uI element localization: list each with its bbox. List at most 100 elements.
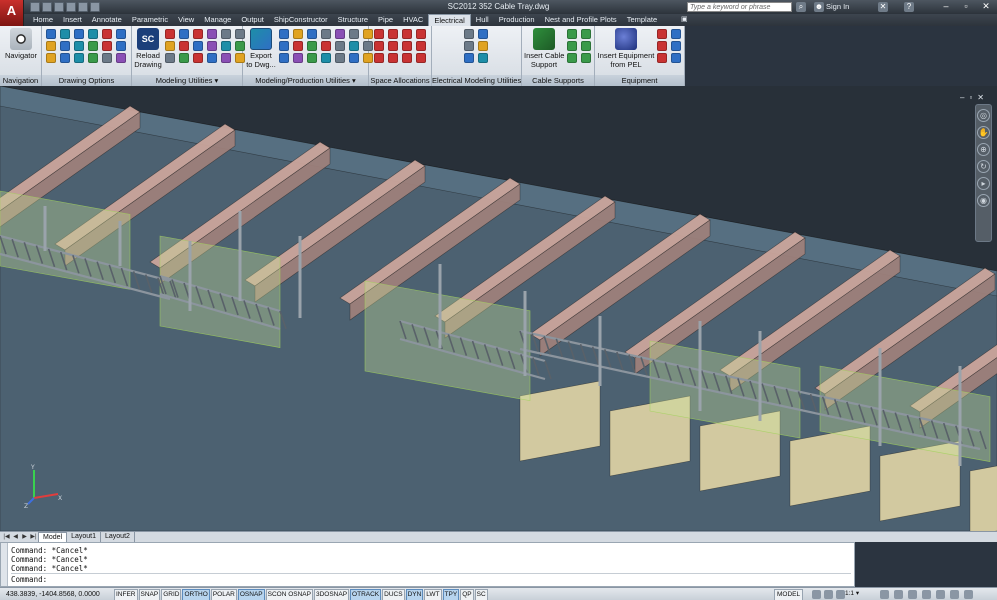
utility-icon[interactable] [193, 41, 203, 51]
utility-icon[interactable] [207, 53, 217, 63]
support-icon[interactable] [567, 41, 577, 51]
production-icon[interactable] [307, 53, 317, 63]
toggle-lwt[interactable]: LWT [424, 589, 442, 600]
drawing-option-icon[interactable] [88, 53, 98, 63]
tab-hvac[interactable]: HVAC [398, 14, 428, 26]
panel-label-modeling-production-utilities[interactable]: Modeling/Production Utilities ▾ [243, 75, 368, 86]
equipment-tool-icon[interactable] [671, 53, 681, 63]
utility-icon[interactable] [165, 41, 175, 51]
utility-icon[interactable] [193, 29, 203, 39]
drawing-option-icon[interactable] [116, 41, 126, 51]
next-layout-icon[interactable]: ▶ [20, 533, 29, 542]
production-icon[interactable] [279, 53, 289, 63]
insert-cable-support-button[interactable]: Insert Cable Support [524, 28, 564, 69]
zoom-icon[interactable]: ⊕ [977, 143, 990, 156]
production-icon[interactable] [279, 29, 289, 39]
production-icon[interactable] [321, 53, 331, 63]
utility-icon[interactable] [207, 29, 217, 39]
toggle-sc[interactable]: SC [474, 589, 488, 600]
last-layout-icon[interactable]: ▶| [29, 533, 38, 542]
first-layout-icon[interactable]: |◀ [2, 533, 11, 542]
space-allocation-icon[interactable] [388, 41, 398, 51]
insert-equipment-from-pel-button[interactable]: Insert Equipment from PEL [597, 28, 655, 69]
electrical-utility-icon[interactable] [478, 53, 488, 63]
space-allocation-icon[interactable] [416, 53, 426, 63]
exchange-icon[interactable]: ✕ [878, 2, 888, 12]
production-icon[interactable] [349, 29, 359, 39]
drawing-option-icon[interactable] [102, 29, 112, 39]
utility-icon[interactable] [179, 29, 189, 39]
coordinates-readout[interactable]: 438.3839, -1404.8568, 0.0000 [6, 589, 100, 600]
orbit-icon[interactable]: ↻ [977, 160, 990, 173]
support-icon[interactable] [567, 53, 577, 63]
production-icon[interactable] [307, 41, 317, 51]
equipment-tool-icon[interactable] [671, 29, 681, 39]
tab-pipe[interactable]: Pipe [373, 14, 398, 26]
anchor-icon[interactable] [464, 29, 474, 39]
utility-icon[interactable] [165, 53, 175, 63]
drawing-option-icon[interactable] [88, 41, 98, 51]
toggle-grid[interactable]: GRID [161, 589, 182, 600]
quick-view-layouts-icon[interactable] [812, 590, 821, 599]
model-viewport[interactable]: – ▫ ✕ ◎ ✋ ⊕ ↻ ▸ ◉ Y X Z [0, 86, 997, 531]
panel-label-modeling-utilities[interactable]: Modeling Utilities ▾ [132, 75, 242, 86]
drawing-option-icon[interactable] [60, 29, 70, 39]
viewport-close-button[interactable]: ✕ [977, 93, 984, 102]
toggle-polar[interactable]: POLAR [210, 589, 237, 600]
toggle-qp[interactable]: QP [460, 589, 474, 600]
space-allocation-icon[interactable] [402, 29, 412, 39]
toggle-3dosnap[interactable]: 3DOSNAP [313, 589, 350, 600]
toggle-scon-osnap[interactable]: SCON OSNAP [265, 589, 313, 600]
production-icon[interactable] [307, 29, 317, 39]
lock-icon[interactable] [908, 590, 917, 599]
drawing-option-icon[interactable] [46, 41, 56, 51]
prev-layout-icon[interactable]: ◀ [11, 533, 20, 542]
space-allocation-icon[interactable] [416, 41, 426, 51]
toggle-dyn[interactable]: DYN [405, 589, 424, 600]
help-icon[interactable]: ? [904, 2, 914, 12]
search-input[interactable]: Type a keyword or phrase [687, 2, 792, 12]
export-to-dwg-button[interactable]: Export to Dwg... [246, 28, 276, 69]
electrical-utility-icon[interactable] [478, 41, 488, 51]
tab-model[interactable]: Model [38, 531, 68, 543]
hardware-acceleration-icon[interactable] [922, 590, 931, 599]
drawing-option-icon[interactable] [116, 53, 126, 63]
maximize-button[interactable]: ▫ [956, 0, 976, 13]
space-allocation-icon[interactable] [416, 29, 426, 39]
toggle-osnap[interactable]: OSNAP [237, 589, 265, 600]
model-space-button[interactable]: MODEL [774, 589, 804, 600]
utility-icon[interactable] [179, 53, 189, 63]
minimize-button[interactable]: – [936, 0, 956, 13]
3d-model-view[interactable] [0, 86, 997, 531]
command-input[interactable]: Command: [11, 573, 851, 584]
support-icon[interactable] [581, 29, 591, 39]
equipment-tool-icon[interactable] [657, 29, 667, 39]
tab-production[interactable]: Production [494, 14, 540, 26]
support-icon[interactable] [581, 41, 591, 51]
support-icon[interactable] [581, 53, 591, 63]
production-icon[interactable] [279, 41, 289, 51]
space-allocation-icon[interactable] [374, 53, 384, 63]
search-icon[interactable]: ⌕ [796, 2, 806, 12]
utility-icon[interactable] [179, 41, 189, 51]
production-icon[interactable] [293, 29, 303, 39]
production-icon[interactable] [349, 53, 359, 63]
drawing-option-icon[interactable] [60, 53, 70, 63]
tab-output[interactable]: Output [236, 14, 269, 26]
status-menu-icon[interactable] [950, 590, 959, 599]
close-button[interactable]: ✕ [976, 0, 996, 13]
tab-view[interactable]: View [173, 14, 199, 26]
electrical-utility-icon[interactable] [478, 29, 488, 39]
viewport-restore-button[interactable]: ▫ [969, 93, 972, 102]
tab-electrical[interactable]: Electrical [428, 14, 471, 26]
reload-drawing-button[interactable]: SC Reload Drawing [134, 28, 162, 69]
toggle-tpy[interactable]: TPY [442, 589, 460, 600]
showmotion-icon[interactable]: ▸ [977, 177, 990, 190]
support-icon[interactable] [567, 29, 577, 39]
equipment-tool-icon[interactable] [671, 41, 681, 51]
tab-structure[interactable]: Structure [333, 14, 373, 26]
toggle-snap[interactable]: SNAP [138, 589, 161, 600]
space-allocation-icon[interactable] [402, 53, 412, 63]
utility-icon[interactable] [207, 41, 217, 51]
viewport-minimize-button[interactable]: – [960, 93, 964, 102]
